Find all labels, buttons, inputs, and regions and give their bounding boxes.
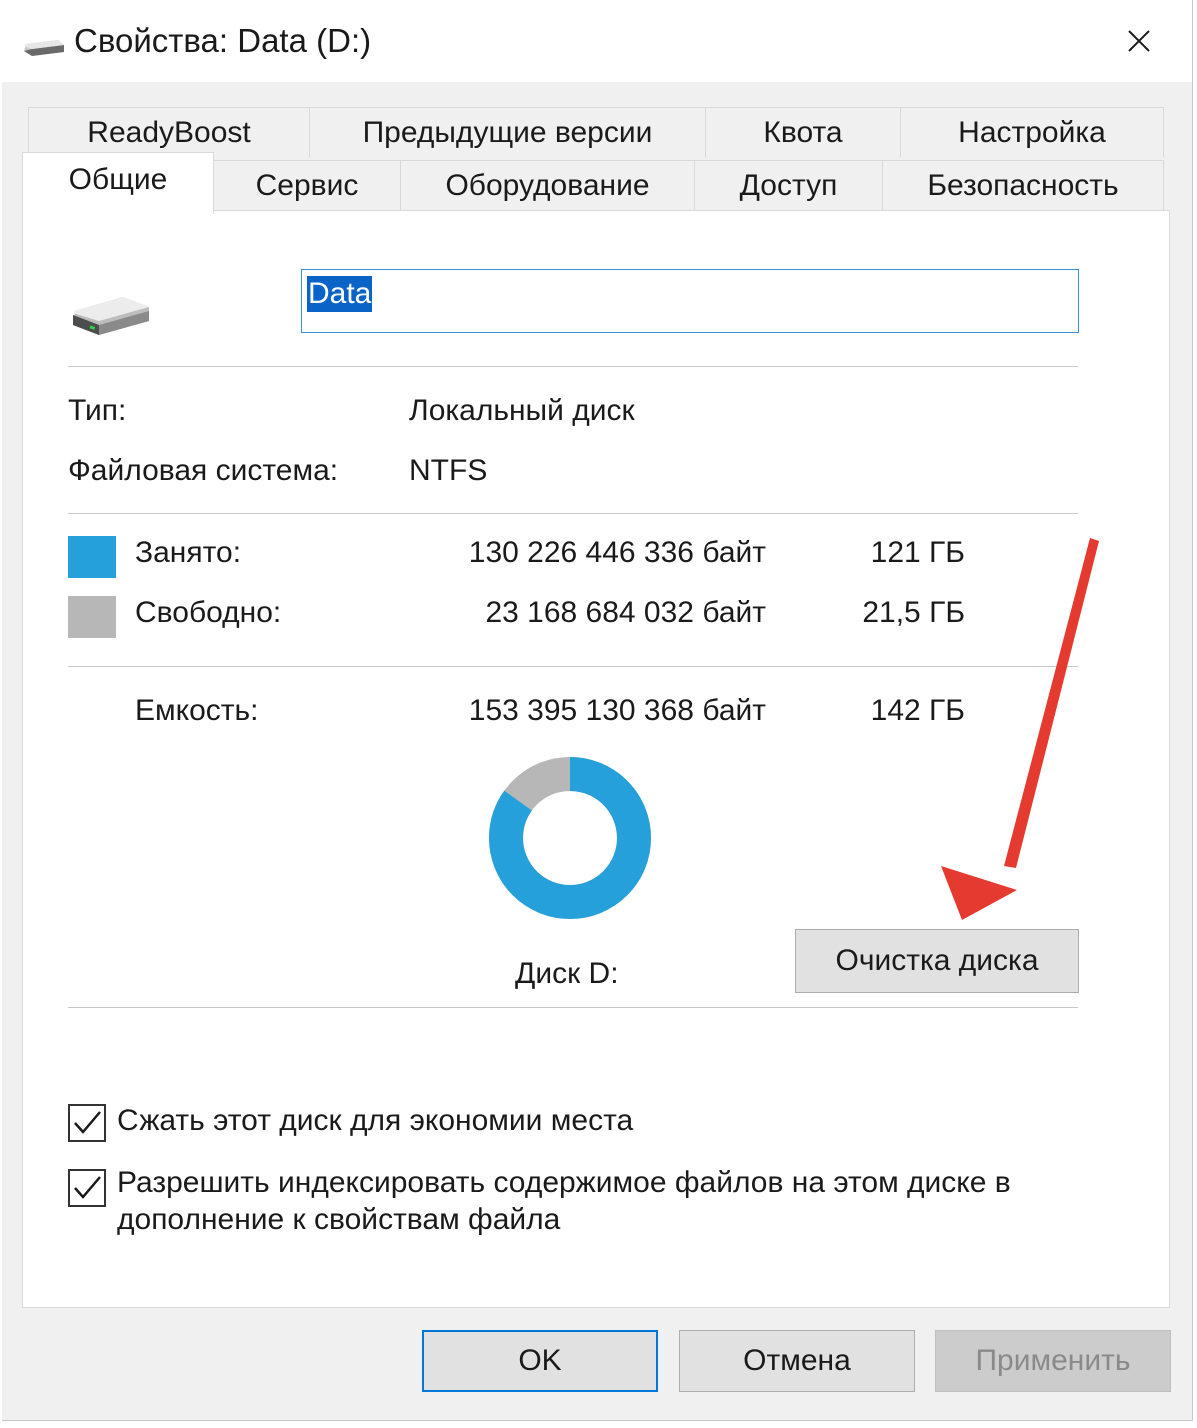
close-icon (1128, 30, 1150, 52)
ok-button[interactable]: OK (422, 1330, 658, 1392)
tab-sharing[interactable]: Доступ (694, 160, 883, 210)
free-color-swatch (68, 596, 116, 638)
used-bytes: 130 226 446 336 байт (468, 536, 766, 569)
tab-hardware[interactable]: Оборудование (400, 160, 695, 210)
used-label: Занято: (135, 536, 242, 569)
tab-quota[interactable]: Квота (705, 107, 901, 157)
index-label-line1: Разрешить индексировать содержимое файло… (117, 1166, 1011, 1199)
capacity-gb: 142 ГБ (870, 694, 965, 727)
volume-name-text: Data (307, 276, 373, 312)
volume-name-input[interactable]: Data (301, 269, 1079, 333)
filesystem-label: Файловая система: (68, 454, 339, 487)
cancel-button[interactable]: Отмена (679, 1330, 915, 1392)
hard-drive-icon (71, 293, 151, 344)
tab-general[interactable]: Общие (22, 152, 214, 214)
tab-customize[interactable]: Настройка (900, 107, 1164, 157)
index-label-line2: дополнение к свойствам файла (117, 1203, 561, 1236)
divider (68, 366, 1078, 367)
divider (68, 1007, 1078, 1008)
free-bytes: 23 168 684 032 байт (485, 596, 766, 629)
tab-readyboost[interactable]: ReadyBoost (28, 107, 310, 157)
usage-donut-chart (489, 757, 651, 919)
type-value: Локальный диск (409, 394, 635, 427)
free-label: Свободно: (135, 596, 282, 629)
checkmark-icon (74, 1176, 101, 1199)
index-checkbox[interactable] (68, 1169, 106, 1207)
tab-previous-versions[interactable]: Предыдущие версии (309, 107, 706, 157)
type-label: Тип: (68, 394, 127, 427)
apply-button: Применить (935, 1330, 1171, 1392)
disk-cleanup-button[interactable]: Очистка диска (795, 929, 1079, 993)
tab-security[interactable]: Безопасность (882, 160, 1164, 210)
title-bar: Свойства: Data (D:) (2, 0, 1192, 82)
general-panel: Data Тип: Локальный диск Файловая систем… (22, 210, 1170, 1308)
drive-icon (22, 36, 66, 65)
tab-tools[interactable]: Сервис (213, 160, 401, 210)
checkmark-icon (74, 1111, 101, 1134)
capacity-bytes: 153 395 130 368 байт (468, 694, 766, 727)
compress-label: Сжать этот диск для экономии места (117, 1104, 634, 1137)
filesystem-value: NTFS (409, 454, 488, 487)
properties-dialog: Свойства: Data (D:) ReadyBoost Предыдущи… (2, 0, 1193, 1421)
compress-checkbox[interactable] (68, 1104, 106, 1142)
divider (68, 513, 1078, 514)
free-gb: 21,5 ГБ (862, 596, 965, 629)
window-title: Свойства: Data (D:) (74, 22, 372, 59)
capacity-label: Емкость: (135, 694, 259, 727)
disk-label: Диск D: (515, 957, 619, 990)
used-gb: 121 ГБ (870, 536, 965, 569)
used-color-swatch (68, 536, 116, 578)
close-button[interactable] (1114, 16, 1164, 66)
divider (68, 666, 1078, 667)
